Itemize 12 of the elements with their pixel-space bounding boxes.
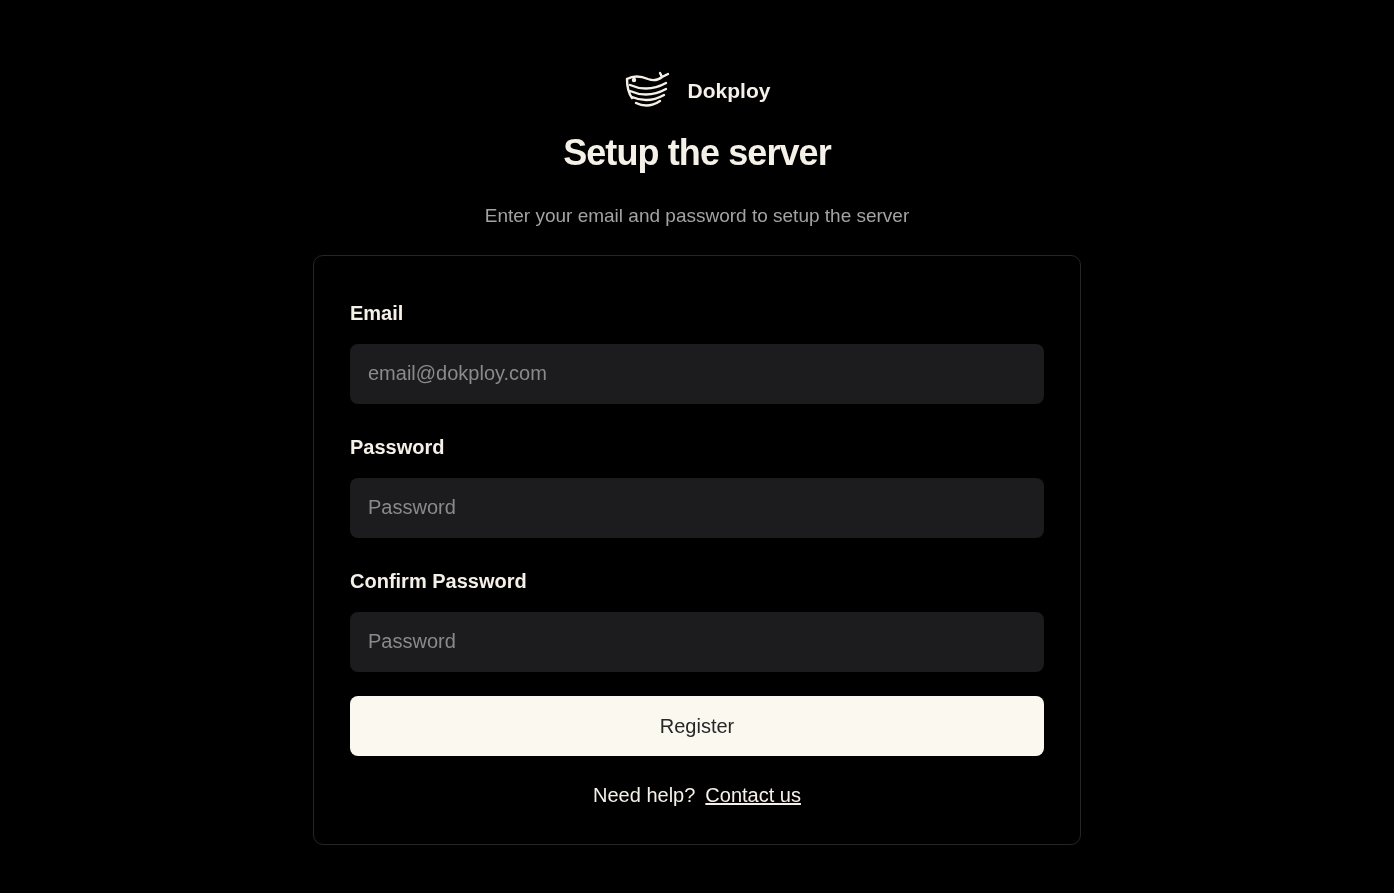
input-field[interactable]: Password: [350, 611, 1044, 672]
field-label: Password: [350, 434, 446, 460]
contact-link[interactable]: Contact us: [705, 779, 801, 810]
brand-name: Dokploy: [687, 78, 771, 105]
register-button[interactable]: Register: [350, 695, 1044, 756]
help-text: Need help?: [593, 782, 696, 808]
subtitle: Enter your email and password to setup the server: [484, 204, 910, 228]
page-heading: Setup the server: [563, 131, 831, 175]
field-label: Confirm Password: [350, 568, 528, 594]
input-field[interactable]: Password: [350, 477, 1044, 538]
field-label: Email: [350, 300, 405, 326]
input-field[interactable]: email@dokploy.com: [350, 343, 1044, 404]
